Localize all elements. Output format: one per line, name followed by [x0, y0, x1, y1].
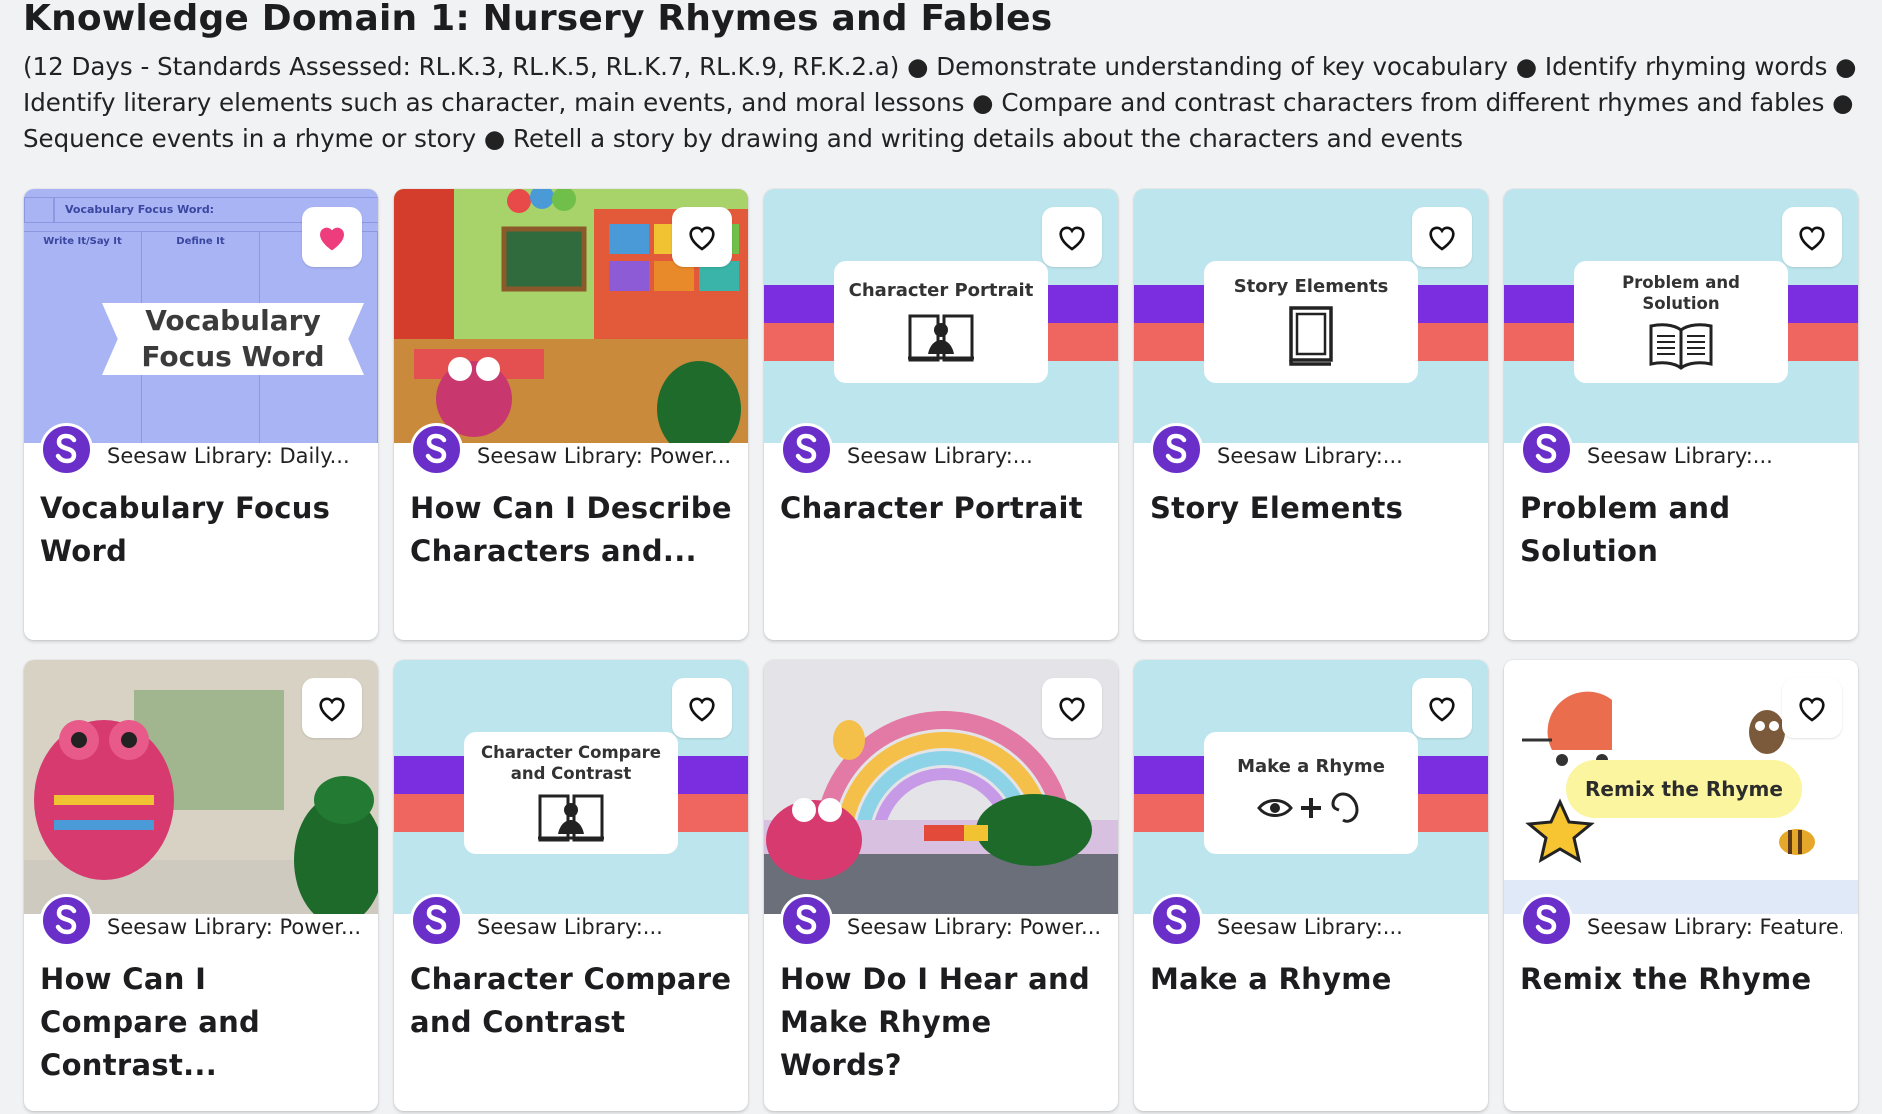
card-source: Seesaw Library:... [477, 915, 663, 939]
bee-illustration [1779, 829, 1815, 855]
book-person-icon [538, 794, 604, 842]
heart-outline-icon [689, 697, 715, 722]
heart-filled-icon [320, 227, 344, 251]
card-thumbnail: Vocabulary Focus Word: Write It/Say It D… [24, 189, 378, 443]
card-source: Seesaw Library: Power... [107, 915, 362, 939]
seesaw-logo-icon [1150, 893, 1203, 947]
seesaw-logo-icon [780, 893, 833, 947]
remix-banner: Remix the Rhyme [1566, 760, 1802, 818]
seesaw-logo-icon [40, 422, 93, 476]
seesaw-logo-icon [1520, 422, 1573, 476]
activity-card[interactable]: Vocabulary Focus Word: Write It/Say It D… [24, 189, 378, 640]
card-thumbnail [24, 660, 378, 914]
seesaw-logo-icon [780, 422, 833, 476]
eye-plus-ear-icon [1257, 792, 1359, 823]
heart-outline-icon [1429, 697, 1455, 722]
heart-outline-icon [1059, 226, 1085, 251]
card-source: Seesaw Library: Power... [847, 915, 1102, 939]
favorite-button[interactable] [1042, 678, 1102, 738]
template-label-box: Problem and Solution [1574, 261, 1788, 383]
card-title[interactable]: Remix the Rhyme [1520, 958, 1842, 1001]
card-source: Seesaw Library:... [1217, 915, 1403, 939]
activity-grid: Vocabulary Focus Word: Write It/Say It D… [24, 189, 1858, 1111]
heart-outline-icon [1799, 697, 1825, 722]
seesaw-logo-icon [410, 422, 463, 476]
favorite-button[interactable] [302, 678, 362, 738]
card-title[interactable]: Story Elements [1150, 487, 1472, 530]
page-title: Knowledge Domain 1: Nursery Rhymes and F… [23, 0, 1053, 39]
closed-book-icon [1289, 306, 1333, 366]
favorite-button[interactable] [1782, 207, 1842, 267]
card-title[interactable]: Character Portrait [780, 487, 1102, 530]
card-thumbnail [764, 660, 1118, 914]
activity-card[interactable]: Seesaw Library: Power... How Do I Hear a… [764, 660, 1118, 1111]
favorite-button[interactable] [672, 207, 732, 267]
card-source: Seesaw Library:... [847, 444, 1033, 468]
heart-outline-icon [1799, 226, 1825, 251]
card-title[interactable]: How Can I Compare and Contrast... [40, 958, 362, 1087]
heart-outline-icon [319, 697, 345, 722]
card-source: Seesaw Library: Power... [477, 444, 732, 468]
activity-card[interactable]: Character Portrait Seesaw Library:... Ch… [764, 189, 1118, 640]
card-title[interactable]: Problem and Solution [1520, 487, 1842, 573]
seesaw-logo-icon [410, 893, 463, 947]
seesaw-logo-icon [1150, 422, 1203, 476]
card-thumbnail: Story Elements [1134, 189, 1488, 443]
pram-illustration [1522, 691, 1612, 766]
seesaw-logo-icon [1520, 893, 1573, 947]
favorite-button[interactable] [1042, 207, 1102, 267]
card-title[interactable]: Make a Rhyme [1150, 958, 1472, 1001]
heart-outline-icon [1059, 697, 1085, 722]
vocab-banner: Vocabulary Focus Word [102, 303, 364, 375]
card-thumbnail: Character Compare and Contrast [394, 660, 748, 914]
card-source: Seesaw Library: Daily... [107, 444, 350, 468]
book-person-icon [908, 314, 974, 362]
card-thumbnail [394, 189, 748, 443]
template-label-box: Make a Rhyme [1204, 732, 1418, 854]
card-title[interactable]: Character Compare and Contrast [410, 958, 732, 1044]
card-source: Seesaw Library: Feature... [1587, 915, 1842, 939]
favorite-button[interactable] [1782, 678, 1842, 738]
card-title[interactable]: How Do I Hear and Make Rhyme Words? [780, 958, 1102, 1087]
template-label-box: Story Elements [1204, 261, 1418, 383]
page-description: (12 Days - Standards Assessed: RL.K.3, R… [23, 52, 1857, 153]
activity-card[interactable]: Problem and Solution Seesaw Library:... … [1504, 189, 1858, 640]
card-title[interactable]: Vocabulary Focus Word [40, 487, 362, 573]
activity-card[interactable]: Remix the Rhyme Seesaw Library: Feature.… [1504, 660, 1858, 1111]
activity-card[interactable]: Make a Rhyme Seesaw Library:... Make a R [1134, 660, 1488, 1111]
page-header: Knowledge Domain 1: Nursery Rhymes and F… [23, 0, 1863, 157]
card-thumbnail: Remix the Rhyme [1504, 660, 1858, 914]
heart-outline-icon [1429, 226, 1455, 251]
heart-outline-icon [689, 226, 715, 251]
activity-card[interactable]: Seesaw Library: Power... How Can I Descr… [394, 189, 748, 640]
card-thumbnail: Make a Rhyme [1134, 660, 1488, 914]
template-label-box: Character Portrait [834, 261, 1048, 383]
open-book-icon [1649, 323, 1713, 370]
card-title[interactable]: How Can I Describe Characters and... [410, 487, 732, 573]
activity-card[interactable]: Seesaw Library: Power... How Can I Compa… [24, 660, 378, 1111]
card-source: Seesaw Library:... [1217, 444, 1403, 468]
template-label-box: Character Compare and Contrast [464, 732, 678, 854]
activity-card[interactable]: Story Elements Seesaw Library:... Story … [1134, 189, 1488, 640]
card-source: Seesaw Library:... [1587, 444, 1773, 468]
activity-card[interactable]: Character Compare and Contrast Seesaw Li… [394, 660, 748, 1111]
favorite-button[interactable] [302, 207, 362, 267]
favorite-button[interactable] [1412, 678, 1472, 738]
favorite-button[interactable] [1412, 207, 1472, 267]
seesaw-logo-icon [40, 893, 93, 947]
favorite-button[interactable] [672, 678, 732, 738]
card-thumbnail: Problem and Solution [1504, 189, 1858, 443]
card-thumbnail: Character Portrait [764, 189, 1118, 443]
